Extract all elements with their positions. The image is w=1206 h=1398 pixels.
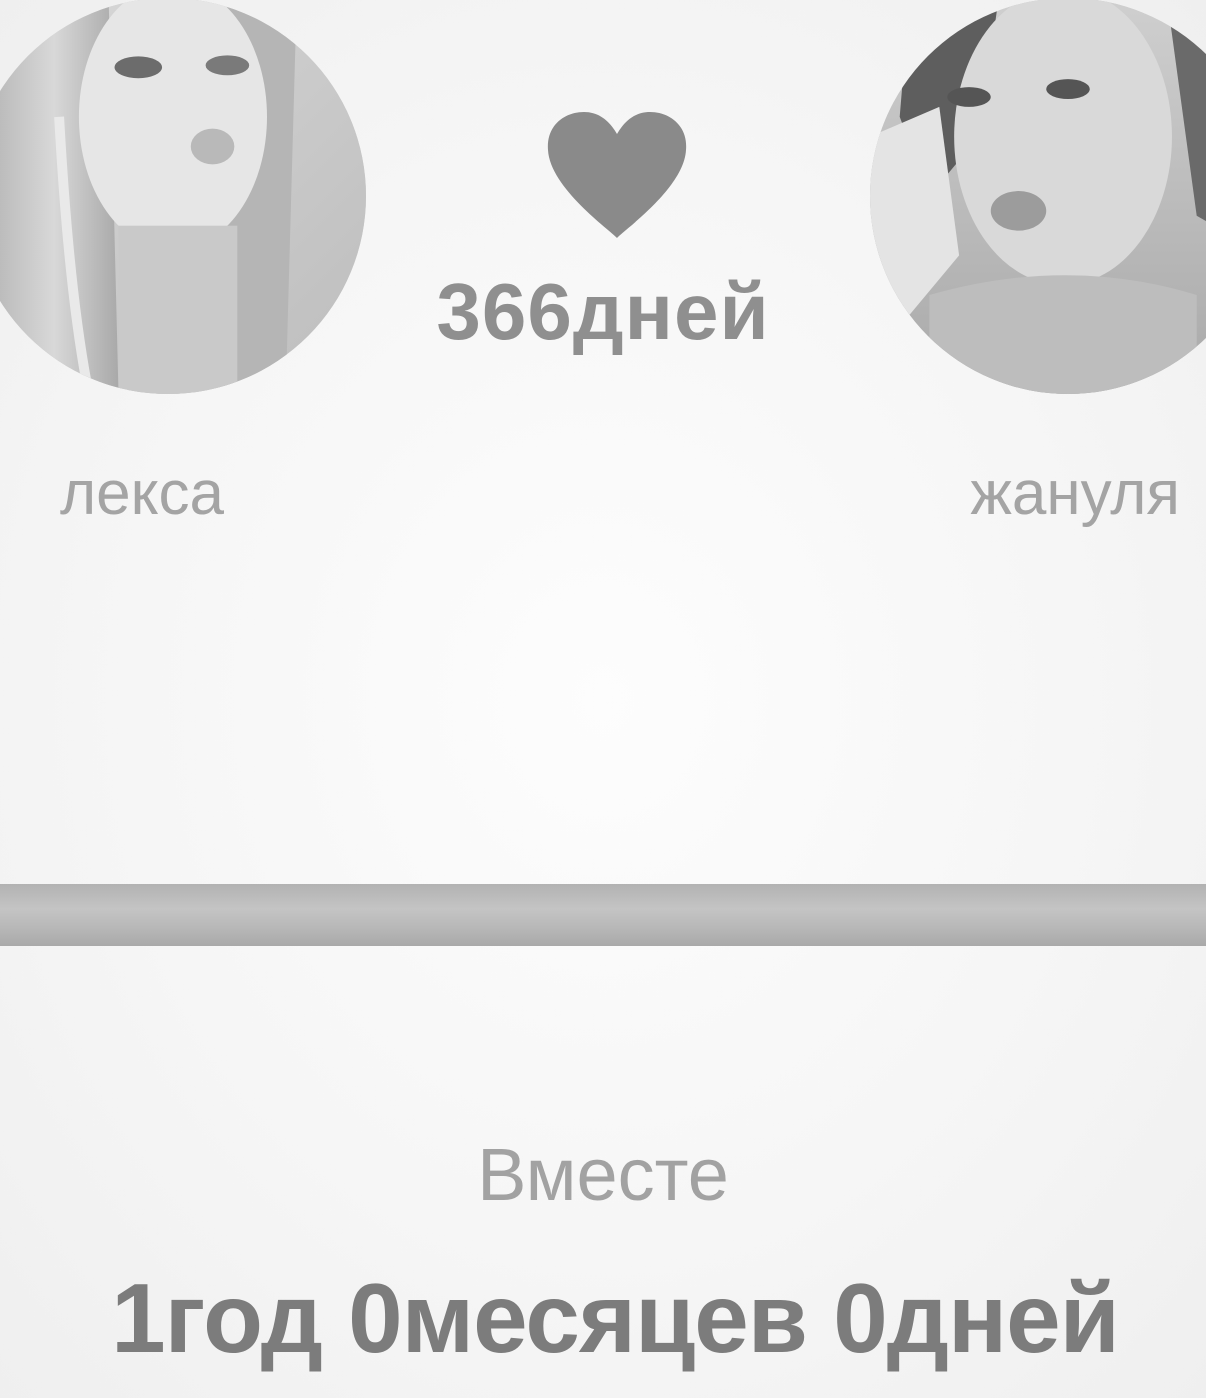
progress-bar — [0, 884, 1206, 946]
heart-icon — [544, 110, 690, 240]
together-label: Вместе — [477, 1133, 729, 1216]
partner-name-left: лекса — [60, 459, 224, 528]
partner-name-right: жануля — [970, 459, 1180, 528]
progress-bar-fill — [0, 884, 1206, 946]
together-duration: 1год 0месяцев 0дней — [111, 1263, 1120, 1373]
